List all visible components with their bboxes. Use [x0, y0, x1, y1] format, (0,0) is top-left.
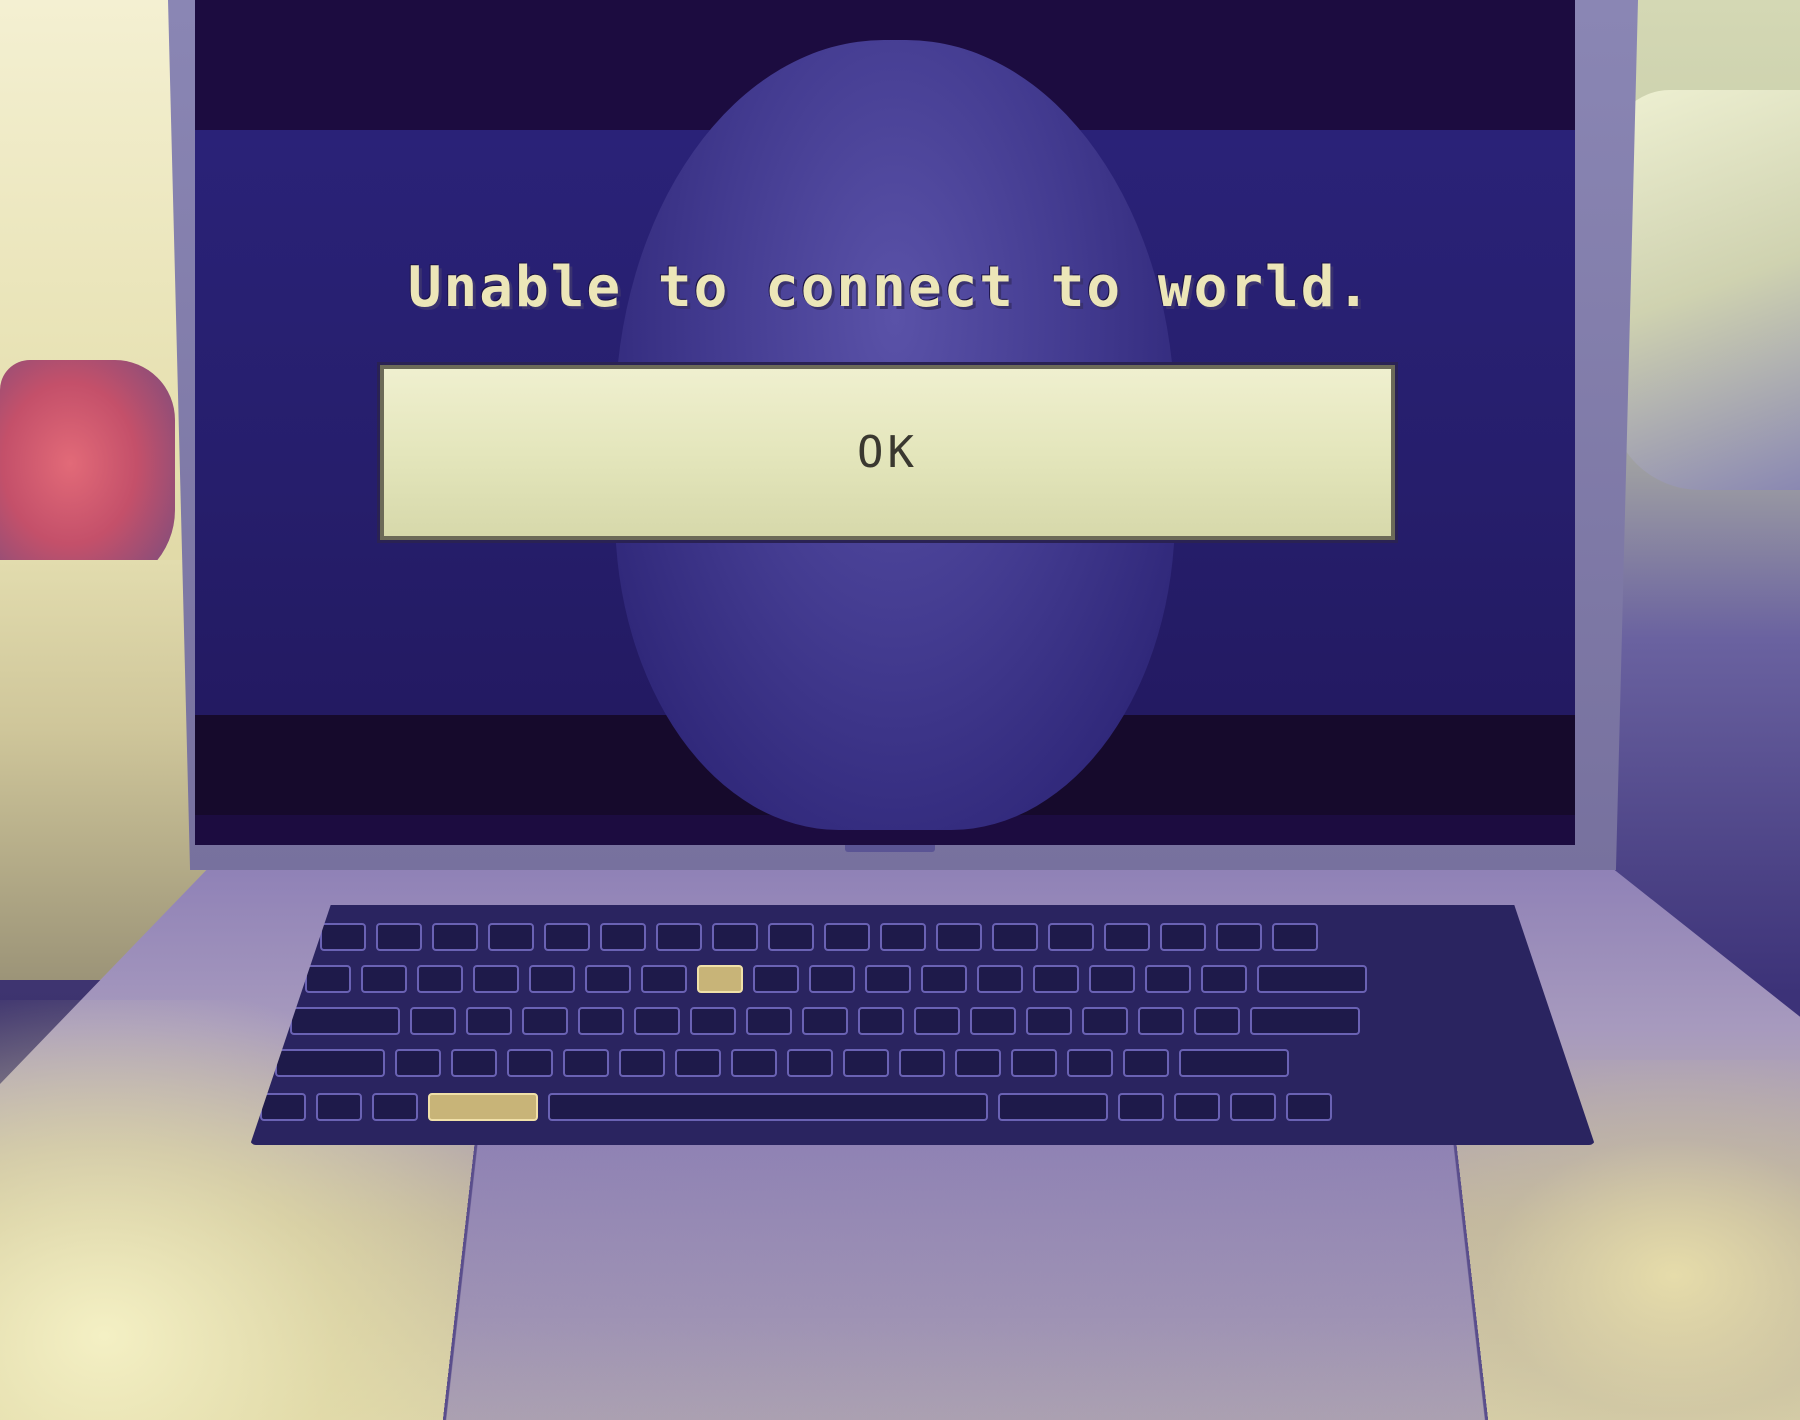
key[interactable]	[417, 965, 463, 993]
key[interactable]	[432, 923, 478, 951]
key[interactable]	[641, 965, 687, 993]
key[interactable]	[1089, 965, 1135, 993]
key[interactable]	[410, 1007, 456, 1035]
key[interactable]	[1272, 923, 1318, 951]
key[interactable]	[675, 1049, 721, 1077]
key[interactable]	[858, 1007, 904, 1035]
key[interactable]	[809, 965, 855, 993]
key[interactable]	[305, 965, 351, 993]
key[interactable]	[899, 1049, 945, 1077]
key[interactable]	[1194, 1007, 1240, 1035]
key[interactable]	[970, 1007, 1016, 1035]
key-arrow-up-down[interactable]	[1230, 1093, 1276, 1121]
key-tab[interactable]	[290, 1007, 400, 1035]
key-return[interactable]	[1250, 1007, 1360, 1035]
key[interactable]	[1160, 923, 1206, 951]
key[interactable]	[619, 1049, 665, 1077]
key[interactable]	[1216, 923, 1262, 951]
key[interactable]	[578, 1007, 624, 1035]
key-control[interactable]	[316, 1093, 362, 1121]
key[interactable]	[1145, 965, 1191, 993]
key[interactable]	[600, 923, 646, 951]
key[interactable]	[544, 923, 590, 951]
key-command-highlighted[interactable]	[428, 1093, 538, 1121]
key[interactable]	[1033, 965, 1079, 993]
key-space[interactable]	[548, 1093, 988, 1121]
key[interactable]	[1104, 923, 1150, 951]
photo-scene: Unable to connect to world. OK	[0, 0, 1800, 1420]
key[interactable]	[585, 965, 631, 993]
key-arrow-left[interactable]	[1174, 1093, 1220, 1121]
highlighted-key[interactable]	[697, 965, 743, 993]
key[interactable]	[529, 965, 575, 993]
key[interactable]	[488, 923, 534, 951]
key[interactable]	[992, 923, 1038, 951]
key-command-right[interactable]	[998, 1093, 1108, 1121]
key[interactable]	[1067, 1049, 1113, 1077]
key[interactable]	[690, 1007, 736, 1035]
key-row-4	[275, 1049, 1289, 1077]
key[interactable]	[361, 965, 407, 993]
key[interactable]	[977, 965, 1023, 993]
key[interactable]	[921, 965, 967, 993]
key-shift-left[interactable]	[275, 1049, 385, 1077]
key[interactable]	[824, 923, 870, 951]
key-arrow-right[interactable]	[1286, 1093, 1332, 1121]
key[interactable]	[376, 923, 422, 951]
key[interactable]	[914, 1007, 960, 1035]
key[interactable]	[473, 965, 519, 993]
key[interactable]	[1011, 1049, 1057, 1077]
key-row-2	[305, 965, 1367, 993]
key[interactable]	[320, 923, 366, 951]
key-shift-right[interactable]	[1179, 1049, 1289, 1077]
key[interactable]	[1138, 1007, 1184, 1035]
key-row-5	[260, 1093, 1332, 1121]
key-option-right[interactable]	[1118, 1093, 1164, 1121]
key[interactable]	[731, 1049, 777, 1077]
key-row-1	[320, 923, 1318, 951]
ok-button[interactable]: OK	[380, 365, 1395, 540]
key[interactable]	[522, 1007, 568, 1035]
key[interactable]	[634, 1007, 680, 1035]
key[interactable]	[1201, 965, 1247, 993]
key[interactable]	[1082, 1007, 1128, 1035]
key-delete[interactable]	[1257, 965, 1367, 993]
key[interactable]	[880, 923, 926, 951]
key[interactable]	[395, 1049, 441, 1077]
trackpad[interactable]	[438, 1140, 1493, 1420]
key[interactable]	[753, 965, 799, 993]
key[interactable]	[955, 1049, 1001, 1077]
laptop-screen: Unable to connect to world. OK	[195, 0, 1575, 845]
pillow-right	[1610, 90, 1800, 490]
key-fn[interactable]	[260, 1093, 306, 1121]
key[interactable]	[865, 965, 911, 993]
error-message: Unable to connect to world.	[315, 255, 1465, 320]
key[interactable]	[712, 923, 758, 951]
key-row-3	[290, 1007, 1360, 1035]
key[interactable]	[507, 1049, 553, 1077]
key[interactable]	[802, 1007, 848, 1035]
key[interactable]	[451, 1049, 497, 1077]
key[interactable]	[466, 1007, 512, 1035]
key[interactable]	[843, 1049, 889, 1077]
key[interactable]	[768, 923, 814, 951]
key[interactable]	[746, 1007, 792, 1035]
key-option[interactable]	[372, 1093, 418, 1121]
keyboard[interactable]	[250, 905, 1595, 1145]
key[interactable]	[1026, 1007, 1072, 1035]
red-cushion	[0, 360, 175, 590]
key[interactable]	[656, 923, 702, 951]
key[interactable]	[1048, 923, 1094, 951]
key[interactable]	[1123, 1049, 1169, 1077]
key[interactable]	[787, 1049, 833, 1077]
key[interactable]	[563, 1049, 609, 1077]
key[interactable]	[936, 923, 982, 951]
